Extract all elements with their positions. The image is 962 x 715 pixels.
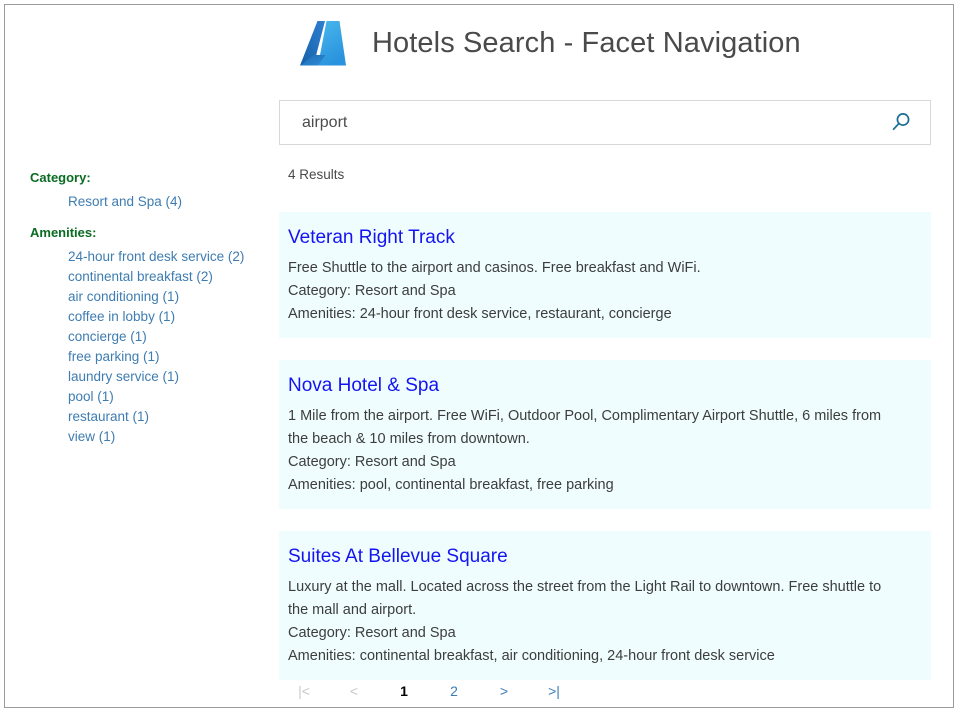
list-item: 24-hour front desk service (2)	[68, 247, 267, 267]
result-category: Category: Resort and Spa	[288, 280, 902, 303]
list-item: continental breakfast (2)	[68, 267, 267, 287]
list-item: restaurant (1)	[68, 407, 267, 427]
result-card[interactable]: Veteran Right Track Free Shuttle to the …	[279, 212, 931, 338]
brand: Hotels Search - Facet Navigation	[294, 16, 801, 74]
facet-link-coffee-in-lobby[interactable]: coffee in lobby (1)	[68, 309, 175, 324]
list-item: view (1)	[68, 427, 267, 447]
list-item: pool (1)	[68, 387, 267, 407]
pagination-page-2[interactable]: 2	[429, 681, 479, 701]
pagination-last-button[interactable]: >|	[529, 681, 579, 701]
facet-link-pool[interactable]: pool (1)	[68, 389, 114, 404]
result-description: 1 Mile from the airport. Free WiFi, Outd…	[288, 405, 902, 451]
facet-group-category: Category: Resort and Spa (4)	[27, 170, 267, 212]
pagination: |< < 1 2 > >|	[279, 681, 931, 701]
facet-link-continental-breakfast[interactable]: continental breakfast (2)	[68, 269, 213, 284]
result-title-link[interactable]: Nova Hotel & Spa	[288, 374, 931, 398]
list-item: air conditioning (1)	[68, 287, 267, 307]
facet-link-free-parking[interactable]: free parking (1)	[68, 349, 160, 364]
results-count: 4 Results	[288, 165, 931, 185]
pagination-next-button[interactable]: >	[479, 681, 529, 701]
pagination-first-button[interactable]: |<	[279, 681, 329, 701]
result-amenities: Amenities: pool, continental breakfast, …	[288, 474, 902, 497]
result-amenities: Amenities: continental breakfast, air co…	[288, 645, 902, 668]
result-title-link[interactable]: Veteran Right Track	[288, 226, 931, 250]
result-category: Category: Resort and Spa	[288, 622, 902, 645]
result-description: Luxury at the mall. Located across the s…	[288, 576, 902, 622]
facet-header-amenities: Amenities:	[30, 225, 267, 241]
facet-link-concierge[interactable]: concierge (1)	[68, 329, 147, 344]
pagination-page-1[interactable]: 1	[379, 681, 429, 701]
facet-group-amenities: Amenities: 24-hour front desk service (2…	[27, 225, 267, 447]
facet-list-category: Resort and Spa (4)	[27, 192, 267, 212]
page-header: Hotels Search - Facet Navigation	[5, 5, 953, 91]
search-icon	[890, 111, 912, 136]
facet-header-category: Category:	[30, 170, 267, 186]
page-frame: Hotels Search - Facet Navigation Categor…	[4, 4, 954, 708]
results-area: 4 Results Veteran Right Track Free Shutt…	[279, 165, 931, 680]
facet-list-amenities: 24-hour front desk service (2) continent…	[27, 247, 267, 447]
list-item: coffee in lobby (1)	[68, 307, 267, 327]
facet-link-resort-and-spa[interactable]: Resort and Spa (4)	[68, 194, 182, 209]
facet-link-view[interactable]: view (1)	[68, 429, 115, 444]
azure-logo-icon	[294, 16, 352, 74]
search-button[interactable]	[882, 107, 920, 139]
list-item: laundry service (1)	[68, 367, 267, 387]
result-title-link[interactable]: Suites At Bellevue Square	[288, 545, 931, 569]
result-category: Category: Resort and Spa	[288, 451, 902, 474]
facet-link-air-conditioning[interactable]: air conditioning (1)	[68, 289, 179, 304]
result-card[interactable]: Nova Hotel & Spa 1 Mile from the airport…	[279, 360, 931, 509]
facet-link-restaurant[interactable]: restaurant (1)	[68, 409, 149, 424]
pagination-prev-button[interactable]: <	[329, 681, 379, 701]
list-item: concierge (1)	[68, 327, 267, 347]
result-amenities: Amenities: 24-hour front desk service, r…	[288, 303, 902, 326]
result-description: Free Shuttle to the airport and casinos.…	[288, 257, 902, 280]
result-card[interactable]: Suites At Bellevue Square Luxury at the …	[279, 531, 931, 680]
facet-navigation: Category: Resort and Spa (4) Amenities: …	[27, 170, 267, 449]
search-box	[279, 100, 931, 145]
list-item: free parking (1)	[68, 347, 267, 367]
list-item: Resort and Spa (4)	[68, 192, 267, 212]
facet-link-24-hour-front-desk-service[interactable]: 24-hour front desk service (2)	[68, 249, 244, 264]
facet-link-laundry-service[interactable]: laundry service (1)	[68, 369, 179, 384]
search-input[interactable]	[280, 101, 880, 144]
page-title: Hotels Search - Facet Navigation	[372, 29, 801, 62]
